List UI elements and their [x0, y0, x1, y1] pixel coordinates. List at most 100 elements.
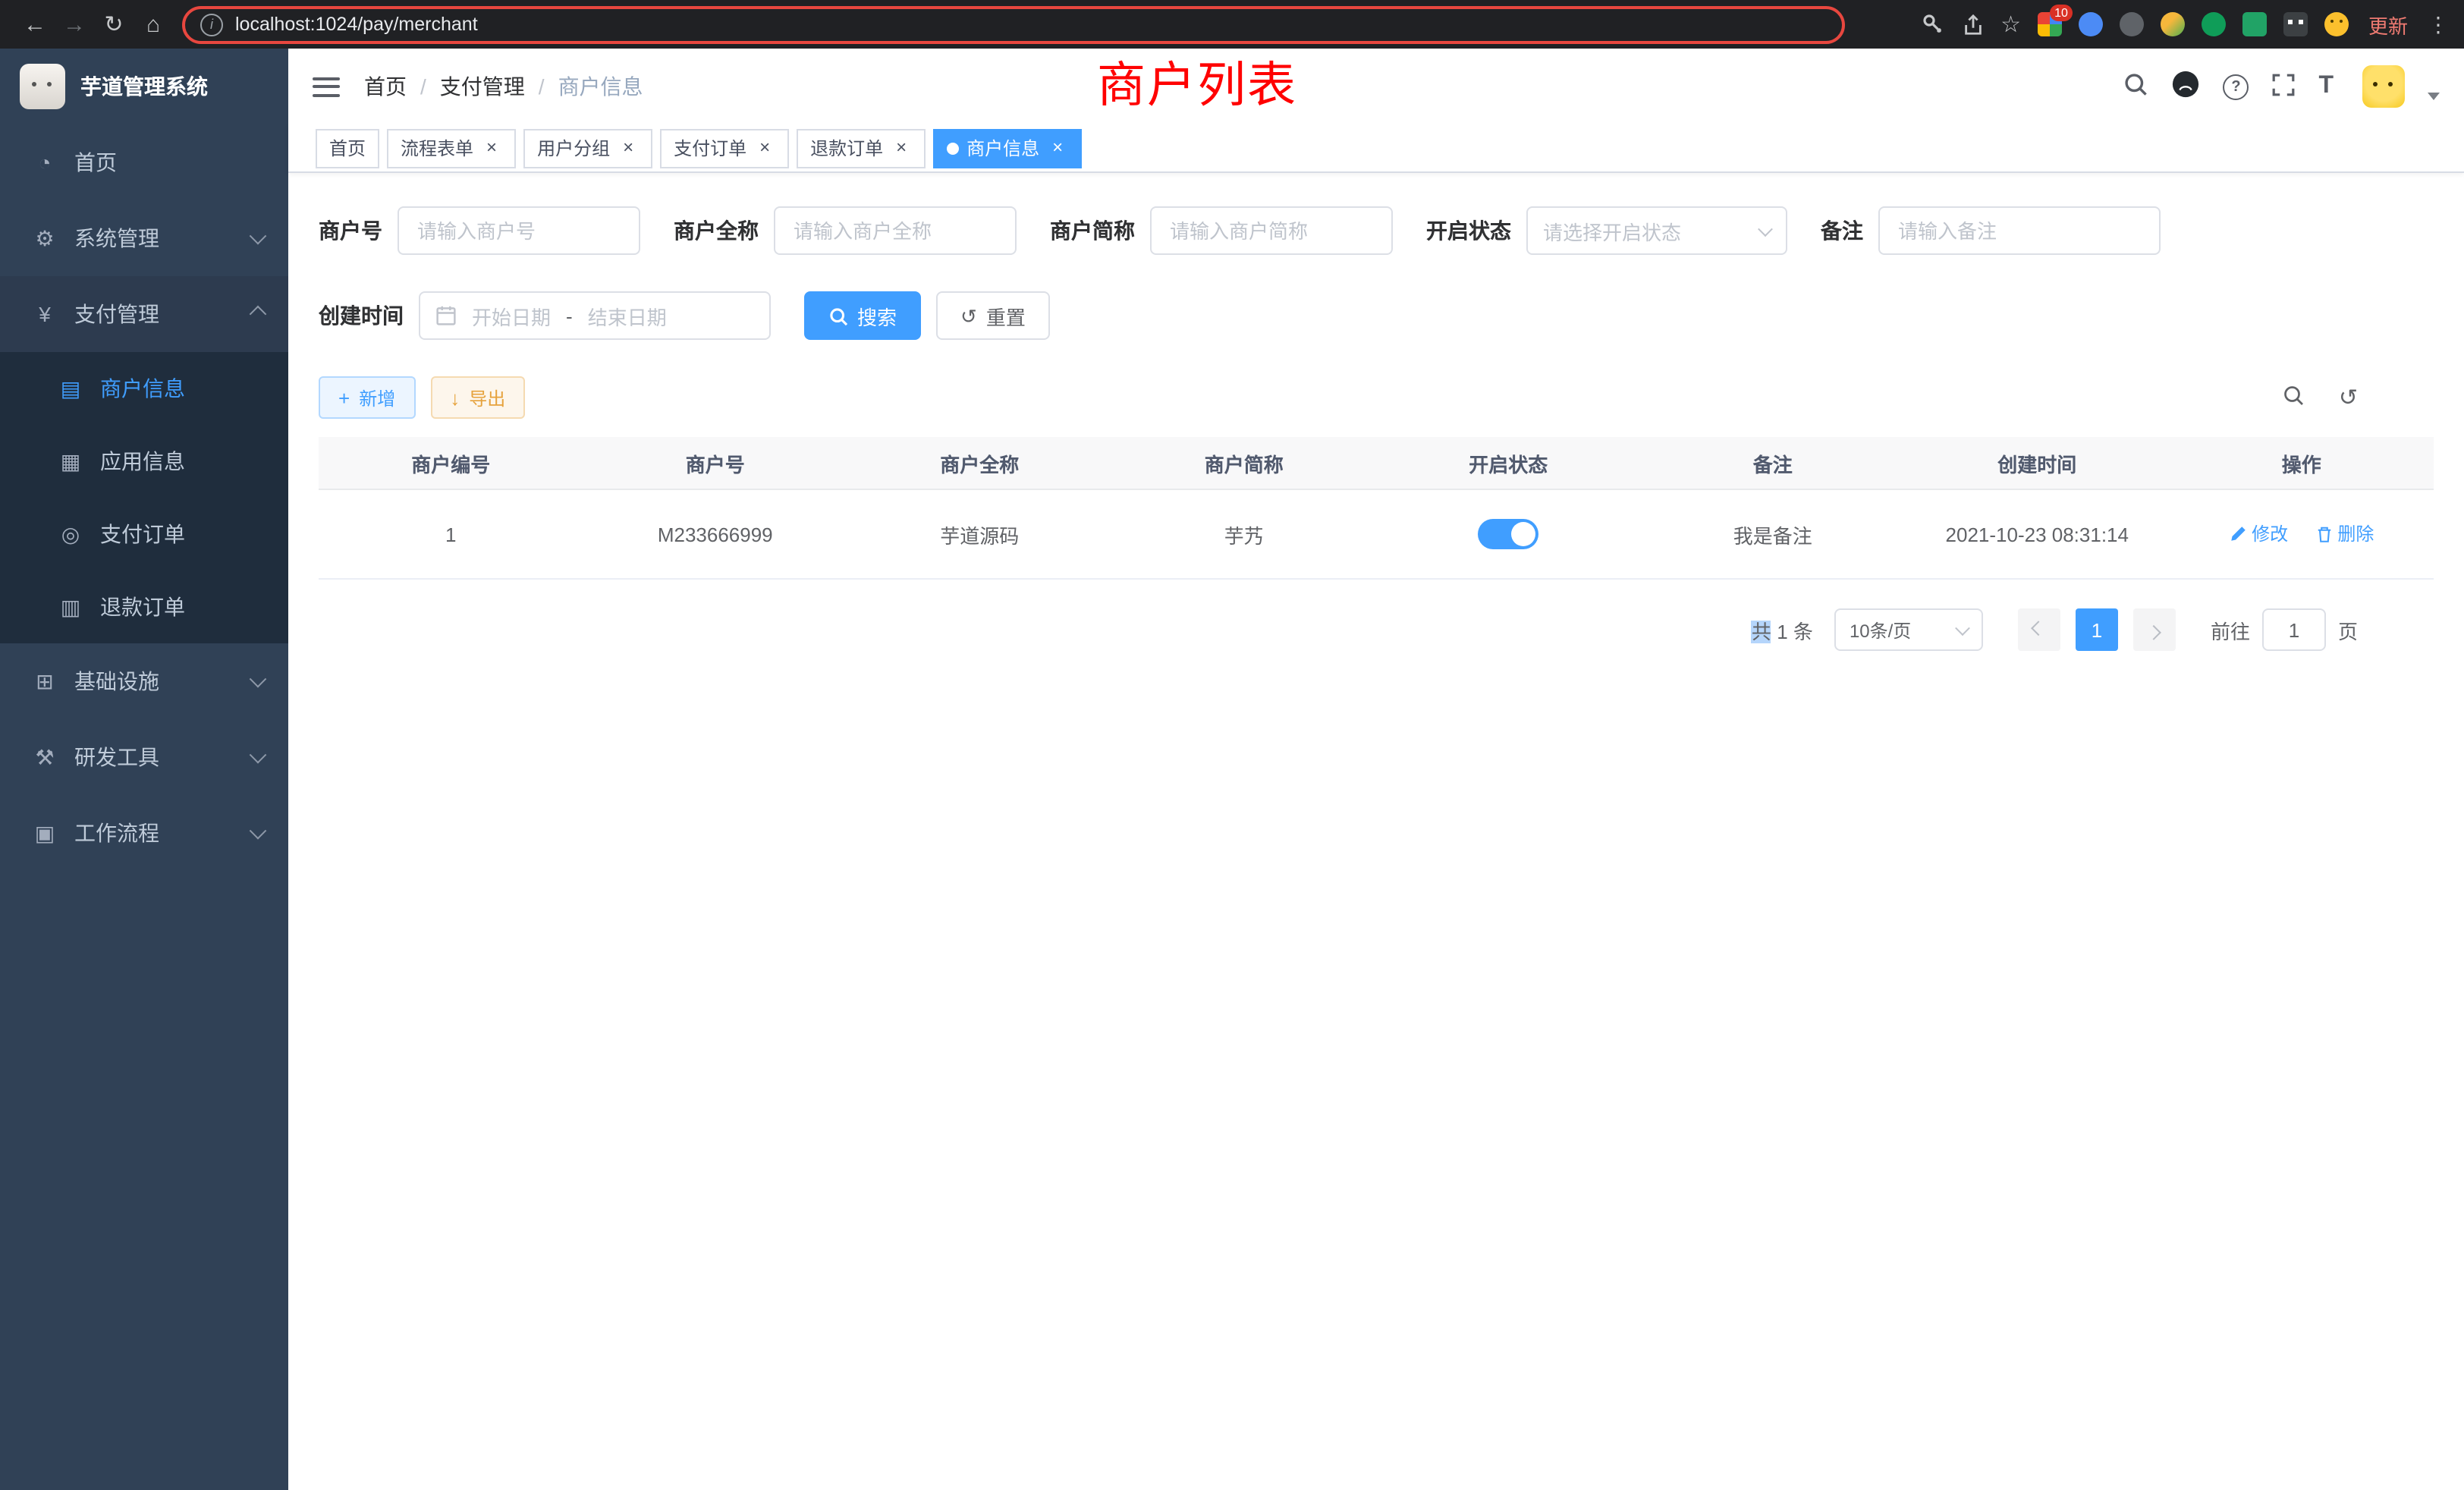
ext-avatar-icon[interactable] — [2161, 12, 2185, 36]
tab-user-group[interactable]: 用户分组 — [523, 128, 652, 168]
home-icon[interactable]: ⌂ — [134, 11, 173, 37]
refund-order-icon: ▥ — [58, 594, 83, 620]
chrome-menu-icon[interactable]: ⋮ — [2428, 11, 2449, 37]
breadcrumb-payment[interactable]: 支付管理 — [440, 71, 558, 102]
short-name-input[interactable] — [1150, 206, 1393, 255]
sidebar-item-app-info[interactable]: ▦ 应用信息 — [0, 425, 288, 498]
close-icon[interactable] — [891, 137, 912, 159]
table-row: 1 M233666999 芋道源码 芋艿 我是备注 2021-10-23 08:… — [319, 489, 2434, 579]
merchant-table: 商户编号 商户号 商户全称 商户简称 开启状态 备注 创建时间 操作 1 — [319, 437, 2434, 580]
fullscreen-icon[interactable] — [2271, 72, 2296, 101]
tab-merchant-info[interactable]: 商户信息 — [933, 128, 1082, 168]
table-header-row: 商户编号 商户号 商户全称 商户简称 开启状态 备注 创建时间 操作 — [319, 437, 2434, 489]
top-navbar: 首页 支付管理 商户信息 商户列表 ? T — [288, 49, 2464, 124]
pay-order-icon: ◎ — [58, 521, 83, 547]
add-button[interactable]: + 新增 — [319, 376, 415, 419]
sidebar-item-home[interactable]: ◔ 首页 — [0, 124, 288, 200]
ext-tampermonkey-icon[interactable] — [2283, 12, 2308, 36]
logo-avatar — [20, 64, 65, 109]
ext-grid-icon[interactable]: 10 — [2038, 12, 2062, 36]
cell-merchant-no: M233666999 — [583, 489, 848, 579]
screen: ← → ↻ ⌂ i localhost:1024/pay/merchant ☆ … — [0, 0, 2464, 1490]
page-content: 商户号 商户全称 商户简称 开启状态 请选择开启状态 — [288, 173, 2464, 1490]
goto-page-input[interactable] — [2262, 608, 2326, 651]
breadcrumb-merchant: 商户信息 — [558, 71, 643, 102]
tab-refund-order[interactable]: 退款订单 — [797, 128, 926, 168]
sidebar-item-workflow[interactable]: ▣ 工作流程 — [0, 795, 288, 871]
calendar-icon — [435, 305, 457, 326]
reload-icon[interactable]: ↻ — [94, 11, 134, 38]
search-button[interactable]: 搜索 — [804, 291, 921, 340]
sidebar-item-payment[interactable]: ¥ 支付管理 — [0, 276, 288, 352]
user-avatar[interactable] — [2362, 65, 2405, 108]
help-icon[interactable]: ? — [2223, 74, 2249, 99]
page-size-select[interactable]: 10条/页 — [1834, 608, 1983, 651]
date-range-picker[interactable]: 开始日期 - 结束日期 — [419, 291, 771, 340]
avatar-caret-icon[interactable] — [2428, 92, 2440, 99]
search-icon[interactable] — [2123, 71, 2148, 102]
back-icon[interactable]: ← — [15, 11, 55, 37]
total-count: 共 1 条 — [1752, 615, 1813, 644]
export-button[interactable]: ↓ 导出 — [430, 376, 525, 419]
app-logo[interactable]: 芋道管理系统 — [0, 49, 288, 124]
merchant-icon: ▤ — [58, 376, 83, 401]
bookmark-star-icon[interactable]: ☆ — [2000, 13, 2021, 36]
goto-label: 前往 — [2211, 615, 2250, 644]
breadcrumb-home[interactable]: 首页 — [364, 71, 440, 102]
sidebar-item-pay-order[interactable]: ◎ 支付订单 — [0, 498, 288, 571]
sidebar-toggle-icon[interactable] — [313, 77, 340, 96]
table-right-tools: ↺ — [2283, 384, 2358, 411]
chrome-update-button[interactable]: 更新 — [2368, 10, 2408, 39]
edit-link[interactable]: 修改 — [2229, 521, 2288, 547]
tab-pay-order[interactable]: 支付订单 — [660, 128, 789, 168]
cell-short-name: 芋艿 — [1112, 489, 1377, 579]
cell-create-time: 2021-10-23 08:31:14 — [1905, 489, 2170, 579]
close-icon[interactable] — [1047, 137, 1068, 159]
site-info-icon[interactable]: i — [200, 13, 223, 36]
tab-home[interactable]: 首页 — [316, 128, 379, 168]
hide-search-icon[interactable] — [2283, 384, 2305, 411]
page-1-button[interactable]: 1 — [2076, 608, 2118, 651]
annotation-merchant-list: 商户列表 — [1097, 58, 1297, 112]
sidebar-item-refund-order[interactable]: ▥ 退款订单 — [0, 571, 288, 643]
delete-link[interactable]: 删除 — [2315, 521, 2374, 547]
cell-status — [1376, 489, 1641, 579]
filter-remark: 备注 — [1821, 206, 2161, 255]
ext-blue-icon[interactable] — [2079, 12, 2103, 36]
close-icon[interactable] — [481, 137, 502, 159]
filter-status: 开启状态 请选择开启状态 — [1426, 206, 1787, 255]
table-toolbar: + 新增 ↓ 导出 ↺ — [319, 376, 2434, 419]
refresh-icon[interactable]: ↺ — [2339, 384, 2358, 411]
ext-green-circle-icon[interactable] — [2202, 12, 2226, 36]
full-name-input[interactable] — [774, 206, 1017, 255]
profile-avatar-icon[interactable] — [2324, 12, 2349, 36]
chevron-down-icon — [250, 671, 267, 688]
font-size-icon[interactable]: T — [2318, 74, 2334, 99]
chevron-right-icon — [2147, 624, 2162, 640]
payment-submenu: ▤ 商户信息 ▦ 应用信息 ◎ 支付订单 ▥ 退款订单 — [0, 352, 288, 643]
sidebar-item-infra[interactable]: ⊞ 基础设施 — [0, 643, 288, 719]
forward-icon[interactable]: → — [55, 11, 94, 37]
close-icon[interactable] — [754, 137, 775, 159]
close-icon[interactable] — [618, 137, 639, 159]
github-icon[interactable] — [2171, 70, 2200, 103]
ext-green-square-icon[interactable] — [2242, 12, 2267, 36]
sidebar-item-merchant-info[interactable]: ▤ 商户信息 — [0, 352, 288, 425]
merchant-no-input[interactable] — [398, 206, 640, 255]
status-toggle[interactable] — [1478, 519, 1538, 549]
reset-button[interactable]: ↺ 重置 — [936, 291, 1050, 340]
ext-dark-circle-icon[interactable] — [2120, 12, 2144, 36]
address-bar[interactable]: i localhost:1024/pay/merchant — [182, 5, 1845, 43]
chrome-toolbar: ☆ 10 更新 ⋮ — [1920, 10, 2449, 39]
sidebar-item-devtools[interactable]: ⚒ 研发工具 — [0, 719, 288, 795]
prev-page-button[interactable] — [2018, 608, 2060, 651]
key-icon[interactable] — [1920, 12, 1944, 36]
share-icon[interactable] — [1961, 13, 1984, 36]
tools-icon: ⚒ — [32, 744, 58, 770]
tab-process-form[interactable]: 流程表单 — [387, 128, 516, 168]
trash-icon — [2315, 525, 2333, 543]
status-select[interactable]: 请选择开启状态 — [1526, 206, 1787, 255]
remark-input[interactable] — [1878, 206, 2161, 255]
sidebar-item-system[interactable]: ⚙ 系统管理 — [0, 200, 288, 276]
next-page-button[interactable] — [2133, 608, 2176, 651]
